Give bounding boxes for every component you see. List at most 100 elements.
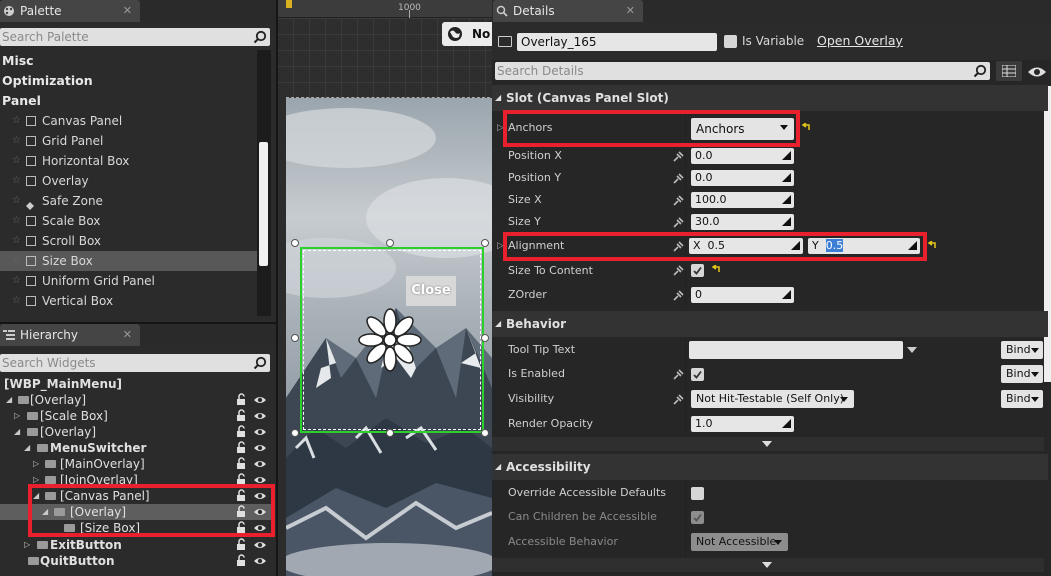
star-icon[interactable]: ☆ — [12, 191, 21, 211]
hierarchy-tab[interactable]: Hierarchy ✕ — [0, 324, 140, 346]
render-opacity-field[interactable]: 1.0 — [691, 416, 794, 432]
property-matrix-button[interactable] — [996, 61, 1022, 81]
palette-item[interactable]: ☆ Safe Zone — [0, 191, 257, 211]
palette-category-misc[interactable]: Misc — [2, 53, 34, 68]
palette-item[interactable]: ☆ Scale Box — [0, 211, 257, 231]
pin-icon[interactable] — [673, 394, 684, 405]
palette-item[interactable]: ☆ Scroll Box — [0, 231, 257, 251]
position-y-field[interactable]: 0.0 — [691, 170, 794, 186]
pin-icon[interactable] — [673, 290, 684, 301]
eye-icon[interactable] — [253, 426, 267, 438]
hierarchy-root[interactable]: [WBP_MainMenu] — [0, 376, 272, 392]
position-x-field[interactable]: 0.0 — [691, 148, 794, 164]
palette-category-panel[interactable]: Panel — [2, 93, 41, 108]
star-icon[interactable]: ☆ — [12, 251, 21, 271]
is-variable-checkbox[interactable] — [724, 35, 737, 48]
bind-button[interactable]: Bind — [1001, 390, 1043, 408]
lock-icon[interactable] — [236, 441, 248, 454]
widget-name-input[interactable]: Overlay_165 — [517, 33, 717, 51]
lock-icon[interactable] — [236, 554, 248, 567]
viewport-toolbar-button[interactable]: No — [442, 22, 492, 46]
hierarchy-row[interactable]: ◢ MenuSwitcher — [0, 440, 272, 456]
palette-tab[interactable]: Palette ✕ — [0, 0, 140, 22]
pin-icon[interactable] — [673, 195, 684, 206]
close-icon[interactable]: ✕ — [123, 324, 132, 346]
hierarchy-row[interactable]: ◢ [Overlay] — [0, 424, 272, 440]
hierarchy-row[interactable]: QuitButton — [0, 553, 272, 569]
palette-item[interactable]: ☆ Horizontal Box — [0, 151, 257, 171]
lock-icon[interactable] — [236, 393, 248, 406]
resize-handle[interactable] — [386, 429, 394, 437]
hierarchy-row[interactable]: ◢ [Overlay] — [0, 392, 272, 408]
star-icon[interactable]: ☆ — [12, 231, 21, 251]
lock-icon[interactable] — [236, 457, 248, 470]
star-icon[interactable]: ☆ — [12, 131, 21, 151]
lock-icon[interactable] — [236, 538, 248, 551]
eye-icon[interactable] — [253, 555, 267, 567]
pin-icon[interactable] — [673, 173, 684, 184]
reset-arrow-icon[interactable] — [801, 123, 811, 133]
pin-icon[interactable] — [673, 151, 684, 162]
star-icon[interactable]: ☆ — [12, 271, 21, 291]
chevron-down-icon[interactable] — [907, 346, 917, 354]
visibility-dropdown[interactable]: Not Hit-Testable (Self Only) — [691, 390, 854, 408]
hierarchy-row[interactable]: ▷ [MainOverlay] — [0, 456, 272, 472]
close-icon[interactable]: ✕ — [123, 0, 132, 22]
palette-item[interactable]: ☆ Overlay — [0, 171, 257, 191]
pin-icon[interactable] — [673, 217, 684, 228]
open-overlay-link[interactable]: Open Overlay — [817, 33, 903, 48]
expand-arrow-icon[interactable]: ▷ — [33, 456, 39, 472]
hierarchy-row[interactable]: ▷ ExitButton — [0, 537, 272, 553]
size-to-content-checkbox[interactable] — [691, 264, 704, 277]
eye-icon[interactable] — [253, 539, 267, 551]
star-icon[interactable]: ☆ — [12, 111, 21, 131]
override-accessible-checkbox[interactable] — [691, 487, 704, 500]
lock-icon[interactable] — [236, 409, 248, 422]
resize-handle[interactable] — [386, 239, 394, 247]
section-behavior[interactable]: ◢ Behavior — [492, 311, 1048, 337]
reset-arrow-icon[interactable] — [927, 241, 937, 251]
expand-arrow-icon[interactable]: ▷ — [14, 408, 20, 424]
palette-search-input[interactable]: Search Palette — [0, 28, 270, 46]
palette-item[interactable]: ☆ Vertical Box — [0, 291, 257, 311]
star-icon[interactable]: ☆ — [12, 151, 21, 171]
close-button[interactable]: Close — [406, 276, 456, 306]
palette-category-optimization[interactable]: Optimization — [2, 73, 93, 88]
palette-item-selected[interactable]: ☆ Size Box — [0, 251, 257, 271]
size-x-field[interactable]: 100.0 — [691, 192, 794, 208]
section-accessibility[interactable]: ◢ Accessibility — [492, 454, 1048, 480]
star-icon[interactable]: ☆ — [12, 171, 21, 191]
is-enabled-checkbox[interactable] — [691, 368, 704, 381]
resize-handle[interactable] — [291, 429, 299, 437]
eye-icon[interactable] — [253, 442, 267, 454]
palette-item[interactable]: ☆ Grid Panel — [0, 131, 257, 151]
palette-item[interactable]: ☆ Canvas Panel — [0, 111, 257, 131]
collapse-arrow-icon[interactable]: ◢ — [6, 392, 12, 408]
anchor-icon[interactable] — [358, 308, 422, 372]
section-slot[interactable]: ◢ Slot (Canvas Panel Slot) — [492, 85, 1048, 111]
palette-scrollbar-thumb[interactable] — [259, 142, 268, 266]
resize-handle[interactable] — [481, 239, 489, 247]
bind-button[interactable]: Bind — [1001, 341, 1043, 359]
palette-scrollbar-track[interactable] — [257, 50, 271, 316]
hierarchy-row[interactable]: ▷ [Scale Box] — [0, 408, 272, 424]
reset-arrow-icon[interactable] — [711, 265, 721, 275]
lock-icon[interactable] — [236, 425, 248, 438]
close-icon[interactable]: ✕ — [626, 0, 635, 22]
collapse-arrow-icon[interactable]: ◢ — [14, 424, 20, 440]
star-icon[interactable]: ☆ — [12, 211, 21, 231]
tooltip-text-field[interactable] — [689, 341, 903, 359]
eye-icon[interactable] — [253, 394, 267, 406]
details-search-input[interactable]: Search Details — [495, 62, 990, 80]
pin-icon[interactable] — [673, 265, 684, 276]
eye-icon[interactable] — [253, 458, 267, 470]
hierarchy-search-input[interactable]: Search Widgets — [0, 354, 270, 372]
pin-icon[interactable] — [673, 369, 684, 380]
expand-arrow-icon[interactable]: ▷ — [24, 537, 30, 553]
star-icon[interactable]: ☆ — [12, 291, 21, 311]
palette-item[interactable]: ☆ Uniform Grid Panel — [0, 271, 257, 291]
zorder-field[interactable]: 0 — [691, 287, 794, 303]
advanced-expander[interactable] — [492, 437, 1044, 451]
size-y-field[interactable]: 30.0 — [691, 214, 794, 230]
resize-handle[interactable] — [481, 334, 489, 342]
